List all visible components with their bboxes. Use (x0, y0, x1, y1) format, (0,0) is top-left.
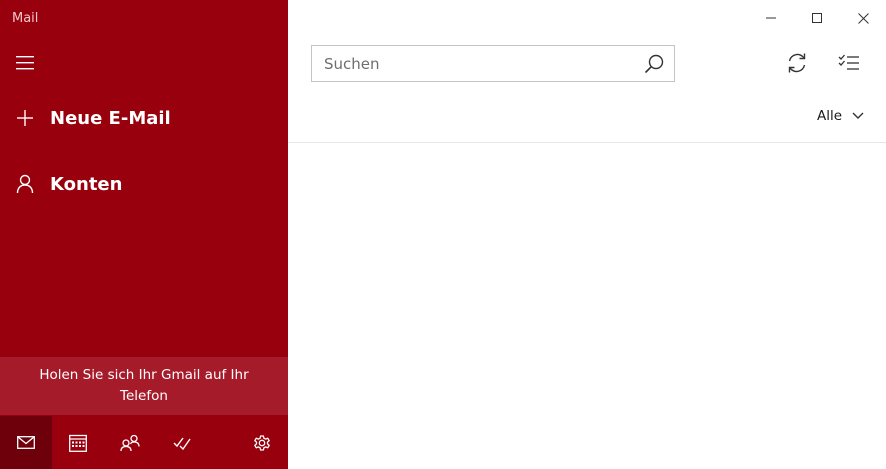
search-box (311, 45, 675, 82)
filter-label: Alle (816, 108, 842, 124)
new-mail-button[interactable]: Neue E-Mail (0, 94, 288, 142)
accounts-label: Konten (50, 173, 123, 195)
person-icon (0, 174, 50, 194)
filter-dropdown[interactable]: Alle (817, 108, 864, 124)
mail-app-button[interactable] (0, 416, 52, 469)
maximize-icon (812, 13, 822, 23)
calendar-icon (69, 434, 87, 452)
hamburger-icon (16, 56, 34, 70)
people-app-button[interactable] (104, 416, 156, 469)
sync-button[interactable] (780, 46, 814, 80)
search-button[interactable] (634, 46, 674, 81)
maximize-button[interactable] (794, 0, 840, 36)
minimize-icon (766, 17, 776, 19)
todo-icon (173, 437, 191, 450)
close-button[interactable] (840, 0, 886, 36)
sidebar: Mail Neue E-Mail Konten Holen Sie sich I… (0, 0, 288, 469)
search-icon (644, 54, 664, 73)
menu-button[interactable] (12, 50, 38, 76)
selection-mode-button[interactable] (832, 46, 866, 80)
todo-app-button[interactable] (156, 416, 208, 469)
close-icon (857, 12, 869, 24)
app-title: Mail (12, 11, 39, 26)
chevron-down-icon (852, 112, 864, 119)
minimize-button[interactable] (748, 0, 794, 36)
people-icon (120, 434, 140, 451)
search-input[interactable] (312, 46, 634, 81)
window-controls (748, 0, 886, 36)
gear-icon (254, 434, 270, 451)
app-switcher-bar (0, 416, 288, 469)
new-mail-label: Neue E-Mail (50, 107, 171, 129)
accounts-button[interactable]: Konten (0, 160, 288, 208)
message-list (288, 143, 886, 469)
settings-button[interactable] (236, 416, 288, 469)
checklist-icon (838, 54, 859, 70)
sync-icon (788, 53, 806, 73)
calendar-app-button[interactable] (52, 416, 104, 469)
promo-text: Holen Sie sich Ihr Gmail auf Ihr Telefon (39, 367, 249, 404)
gmail-promo-banner[interactable]: Holen Sie sich Ihr Gmail auf Ihr Telefon (0, 357, 288, 415)
mail-icon (17, 436, 35, 449)
plus-icon (0, 109, 50, 127)
